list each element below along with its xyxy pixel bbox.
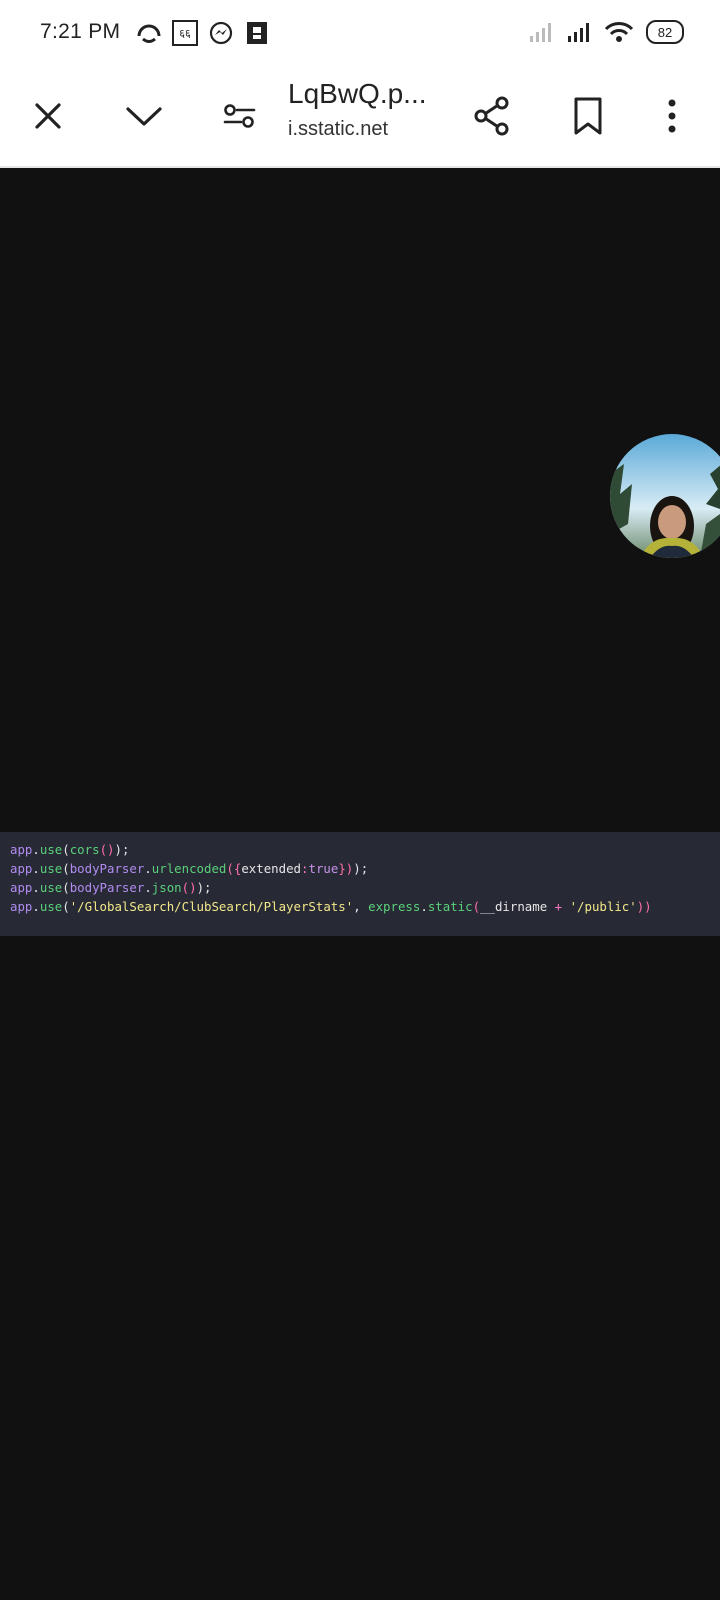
code-token: }): [338, 861, 354, 876]
code-token: use: [39, 861, 63, 876]
viewer-toolbar: LqBwQ.p... i.sstatic.net: [0, 68, 720, 168]
translate-icon: ६६: [172, 20, 198, 46]
code-token: .: [420, 899, 428, 914]
code-token: .: [144, 880, 152, 895]
code-token: (): [181, 880, 197, 895]
code-token: true: [308, 861, 339, 876]
code-token: json: [151, 880, 182, 895]
code-token: cors: [69, 842, 100, 857]
page-domain: i.sstatic.net: [288, 118, 389, 140]
code-token: (): [99, 842, 115, 857]
code-token: app: [10, 842, 33, 857]
share-icon: [474, 96, 509, 136]
code-token: use: [39, 899, 63, 914]
code-token: (: [62, 880, 70, 895]
code-token: (: [62, 861, 70, 876]
code-token: app: [10, 880, 33, 895]
code-token: express: [368, 899, 421, 914]
code-token: .: [32, 880, 40, 895]
code-token: ({: [226, 861, 242, 876]
settings-button[interactable]: [212, 88, 268, 144]
status-time: 7:21 PM: [40, 20, 121, 43]
wifi-icon: [604, 20, 634, 44]
code-token: '/GlobalSearch/ClubSearch/PlayerStats': [69, 899, 354, 914]
code-token: app: [10, 861, 33, 876]
sim-card-icon: [244, 20, 270, 46]
chevron-down-icon: [126, 107, 162, 126]
code-token: );: [353, 861, 369, 876]
code-line: app.use(bodyParser.urlencoded({extended:…: [10, 859, 720, 878]
sliders-icon: [223, 104, 256, 128]
code-token: +: [547, 899, 570, 914]
code-token: );: [114, 842, 130, 857]
code-token: use: [39, 842, 63, 857]
code-token: (: [472, 899, 481, 914]
code-token: .: [32, 842, 40, 857]
code-token: __dirname: [480, 899, 548, 914]
code-token: app: [10, 899, 33, 914]
code-token: static: [427, 899, 473, 914]
code-screenshot-image: app.use(cors()); app.use(bodyParser.urle…: [0, 832, 720, 936]
close-button[interactable]: [20, 88, 76, 144]
code-token: extended: [241, 861, 302, 876]
signal-weak-icon: [528, 20, 554, 44]
code-token: urlencoded: [151, 861, 227, 876]
close-icon: [35, 103, 61, 129]
messenger-icon: [208, 20, 234, 46]
bookmark-icon: [574, 97, 602, 135]
more-options-button[interactable]: [644, 88, 700, 144]
code-token: );: [196, 880, 212, 895]
code-token: .: [144, 861, 152, 876]
more-vertical-icon: [668, 99, 676, 133]
code-line: app.use(cors());: [10, 840, 720, 859]
code-token: bodyParser: [69, 880, 145, 895]
code-token: .: [32, 899, 40, 914]
code-token: '/public': [569, 899, 637, 914]
bookmark-button[interactable]: [560, 88, 616, 144]
sync-arc-icon: [136, 20, 162, 46]
signal-strong-icon: [566, 20, 592, 44]
code-token: bodyParser: [69, 861, 145, 876]
share-button[interactable]: [464, 88, 520, 144]
code-token: (: [62, 899, 70, 914]
code-token: ,: [353, 899, 369, 914]
code-token: .: [32, 861, 40, 876]
status-bar: 7:21 PM ६६ 82: [0, 0, 720, 68]
battery-icon: 82: [646, 20, 684, 44]
system-icons: 82: [528, 20, 684, 44]
title-block: LqBwQ.p... i.sstatic.net: [288, 78, 448, 141]
code-token: (: [62, 842, 70, 857]
code-token: use: [39, 880, 63, 895]
code-line: app.use('/GlobalSearch/ClubSearch/Player…: [10, 897, 720, 916]
notification-icons: ६६: [136, 20, 270, 46]
code-token: )): [636, 899, 652, 914]
code-line: app.use(bodyParser.json());: [10, 878, 720, 897]
collapse-button[interactable]: [116, 88, 172, 144]
page-title: LqBwQ.p...: [288, 78, 427, 109]
